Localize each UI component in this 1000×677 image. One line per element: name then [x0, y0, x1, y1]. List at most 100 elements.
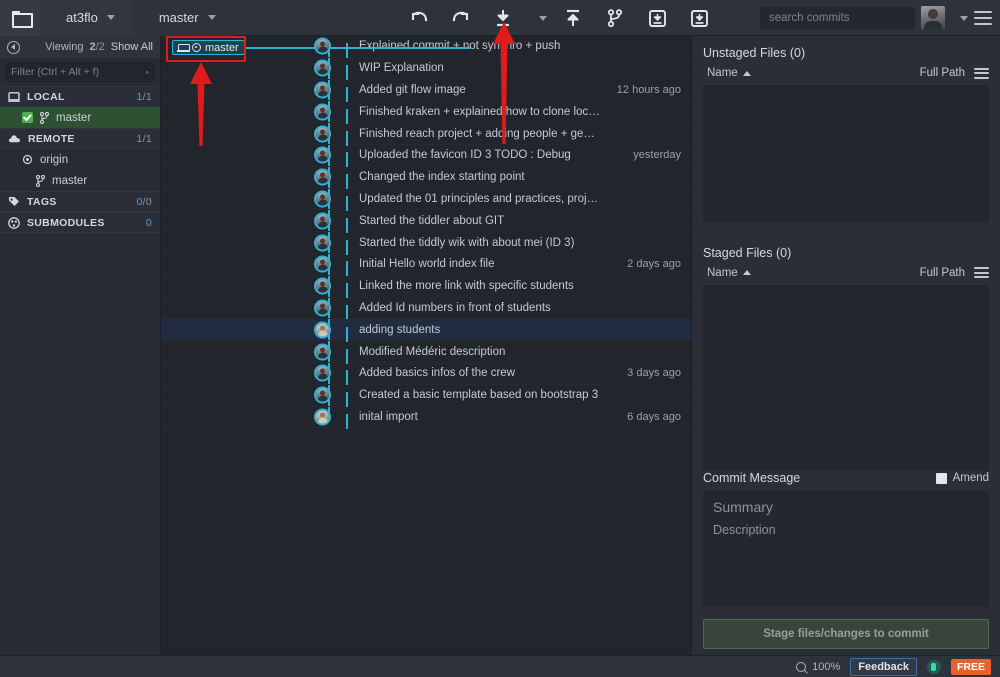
- commit-row[interactable]: Added Id numbers in front of students: [161, 298, 691, 320]
- commit-author-avatar[interactable]: [314, 321, 331, 338]
- push-button[interactable]: [559, 4, 587, 32]
- checkbox-icon[interactable]: [22, 112, 33, 123]
- commit-author-avatar[interactable]: [314, 147, 331, 164]
- commit-row[interactable]: Uploaded the favicon ID 3 TODO : Debugye…: [161, 145, 691, 167]
- unstaged-col-name[interactable]: Name: [707, 67, 738, 79]
- sidebar-section-local[interactable]: LOCAL 1/1: [0, 86, 160, 107]
- search-input[interactable]: [769, 12, 923, 24]
- commit-row[interactable]: Finished kraken + explained how to clone…: [161, 101, 691, 123]
- commit-row[interactable]: inital import6 days ago: [161, 407, 691, 429]
- show-all-button[interactable]: Show All: [111, 41, 153, 53]
- commit-row[interactable]: Updated the 01 principles and practices,…: [161, 189, 691, 211]
- commit-list[interactable]: Explained commit + not synchro + pushWIP…: [161, 36, 691, 655]
- unstaged-col-fullpath[interactable]: Full Path: [920, 67, 965, 79]
- commit-message-box[interactable]: Summary Description: [703, 491, 989, 607]
- commit-author-avatar[interactable]: [314, 81, 331, 98]
- commit-message-title: Commit Message: [703, 471, 800, 485]
- breadcrumb-repo[interactable]: at3flo: [40, 0, 133, 36]
- commit-row[interactable]: Started the tiddler about GIT: [161, 210, 691, 232]
- commit-row[interactable]: Changed the index starting point: [161, 167, 691, 189]
- search-commits-box[interactable]: [760, 7, 915, 29]
- amend-checkbox-icon[interactable]: [936, 473, 947, 484]
- commit-author-avatar[interactable]: [314, 365, 331, 382]
- commit-author-avatar[interactable]: [314, 38, 331, 55]
- commit-author-avatar[interactable]: [314, 278, 331, 295]
- commit-row[interactable]: Modified Médéric description: [161, 341, 691, 363]
- commit-row[interactable]: adding students: [161, 319, 691, 341]
- sidebar-section-tags[interactable]: TAGS 0/0: [0, 191, 160, 212]
- stage-files-button[interactable]: Stage files/changes to commit: [703, 619, 989, 649]
- sidebar-item-origin-master[interactable]: master: [0, 170, 160, 191]
- pull-dropdown-button[interactable]: [531, 4, 545, 32]
- status-bar: 100% Feedback FREE: [0, 655, 1000, 677]
- collapse-sidebar-icon[interactable]: [7, 41, 20, 54]
- filter-input[interactable]: [11, 66, 146, 78]
- staged-files-list[interactable]: [703, 285, 989, 471]
- commit-message-cell: Modified Médéric description: [346, 346, 601, 358]
- chevron-down-icon[interactable]: [960, 16, 968, 21]
- unstaged-files-list[interactable]: [703, 85, 989, 222]
- commit-summary-input[interactable]: Summary: [713, 499, 979, 515]
- commit-lane-tick: [346, 392, 348, 407]
- commit-row[interactable]: Added git flow image12 hours ago: [161, 80, 691, 102]
- commit-lane: [161, 341, 311, 362]
- commit-author-avatar[interactable]: [314, 212, 331, 229]
- pop-stash-button[interactable]: [685, 4, 713, 32]
- commit-row[interactable]: Started the tiddly wik with about mei (I…: [161, 232, 691, 254]
- commit-author-avatar[interactable]: [314, 190, 331, 207]
- commit-author-avatar[interactable]: [314, 169, 331, 186]
- filter-box[interactable]: [5, 62, 155, 82]
- commit-row[interactable]: WIP Explanation: [161, 58, 691, 80]
- commit-author-avatar[interactable]: [314, 256, 331, 273]
- branch-button[interactable]: [601, 4, 629, 32]
- sort-ascending-icon[interactable]: [743, 270, 751, 275]
- commit-lane: [161, 189, 311, 210]
- staged-col-fullpath[interactable]: Full Path: [920, 267, 965, 279]
- amend-toggle[interactable]: Amend: [936, 472, 989, 484]
- menu-button[interactable]: [974, 11, 992, 25]
- commit-row[interactable]: Finished reach project + adding people +…: [161, 123, 691, 145]
- list-view-icon[interactable]: [974, 68, 989, 79]
- commit-row[interactable]: Linked the more link with specific stude…: [161, 276, 691, 298]
- sidebar-section-local-label: LOCAL: [27, 91, 65, 103]
- ref-badge-master[interactable]: master: [172, 40, 245, 55]
- commit-author-avatar[interactable]: [314, 125, 331, 142]
- commit-graph-node: [311, 254, 346, 275]
- feedback-button[interactable]: Feedback: [850, 658, 917, 676]
- amend-label: Amend: [953, 472, 989, 484]
- undo-button[interactable]: [405, 4, 433, 32]
- zoom-control[interactable]: 100%: [796, 661, 840, 673]
- commit-author-avatar[interactable]: [314, 408, 331, 425]
- commit-description-input[interactable]: Description: [713, 523, 979, 537]
- sidebar-item-origin[interactable]: origin: [0, 149, 160, 170]
- commit-message-cell: Started the tiddly wik with about mei (I…: [346, 237, 601, 249]
- staged-col-name[interactable]: Name: [707, 267, 738, 279]
- commit-row[interactable]: Created a basic template based on bootst…: [161, 385, 691, 407]
- commit-row[interactable]: Initial Hello world index file2 days ago: [161, 254, 691, 276]
- commit-author-avatar[interactable]: [314, 387, 331, 404]
- repo-folder-button[interactable]: [0, 0, 40, 36]
- redo-button[interactable]: [447, 4, 475, 32]
- commit-author-avatar[interactable]: [314, 343, 331, 360]
- commit-message-cell: Created a basic template based on bootst…: [346, 389, 601, 401]
- stash-button[interactable]: [643, 4, 671, 32]
- commit-message-text: Finished kraken + explained how to clone…: [359, 106, 601, 118]
- list-view-icon[interactable]: [974, 267, 989, 278]
- staged-files-title: Staged Files (0): [692, 236, 1000, 267]
- breadcrumb-branch[interactable]: master: [133, 0, 234, 36]
- user-avatar[interactable]: [921, 6, 945, 30]
- commit-row[interactable]: Added basics infos of the crew3 days ago: [161, 363, 691, 385]
- sidebar-section-remote[interactable]: REMOTE 1/1: [0, 128, 160, 149]
- sort-ascending-icon[interactable]: [743, 71, 751, 76]
- commit-author-avatar[interactable]: [314, 103, 331, 120]
- commit-author-avatar[interactable]: [314, 234, 331, 251]
- commit-graph-node: [311, 80, 346, 101]
- commit-author-avatar[interactable]: [314, 60, 331, 77]
- commit-author-avatar[interactable]: [314, 299, 331, 316]
- free-plan-badge[interactable]: FREE: [951, 659, 991, 675]
- pull-button[interactable]: [489, 4, 517, 32]
- sidebar-section-submodules[interactable]: SUBMODULES 0: [0, 212, 160, 233]
- sidebar-item-local-master[interactable]: master: [0, 107, 160, 128]
- gitkraken-logo-icon: [927, 660, 941, 674]
- commit-timestamp: yesterday: [601, 149, 691, 161]
